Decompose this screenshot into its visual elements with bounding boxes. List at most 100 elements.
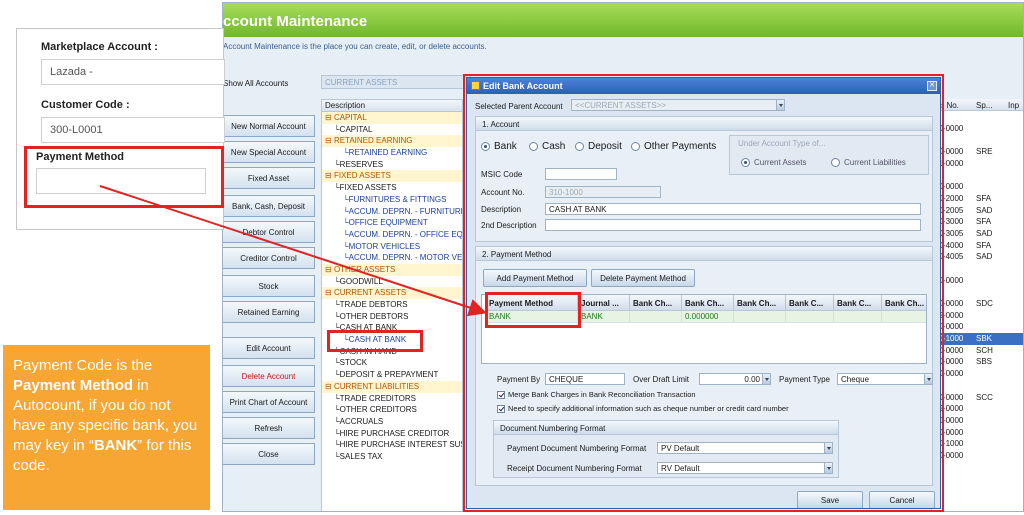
close-icon[interactable]: ✕ <box>927 81 937 91</box>
tree-row[interactable]: └MOTOR VEHICLES <box>322 241 462 253</box>
payment-type-combo[interactable]: Cheque <box>837 373 933 385</box>
grid-cell[interactable] <box>834 311 882 323</box>
tree-row[interactable]: └TRADE CREDITORS <box>322 393 462 405</box>
grid-cell[interactable]: 0.000000 <box>682 311 734 323</box>
account-number-row[interactable] <box>932 263 1023 275</box>
category-selector[interactable]: CURRENT ASSETS <box>321 75 471 89</box>
tree-row[interactable]: └CAPITAL <box>322 124 462 136</box>
radio-button-icon[interactable] <box>631 142 640 151</box>
account-number-row[interactable]: 20-1000 <box>932 438 1023 450</box>
grid-cell[interactable] <box>882 311 926 323</box>
account-number-row[interactable]: 20-0000 <box>932 427 1023 439</box>
tree-row[interactable]: └ACCUM. DEPRN. - FURNITURE <box>322 206 462 218</box>
radio-button-icon[interactable] <box>831 158 840 167</box>
tree-row[interactable]: ⊟ OTHER ASSETS <box>322 263 462 276</box>
tree-row[interactable]: └TRADE DEBTORS <box>322 299 462 311</box>
chevron-down-icon[interactable] <box>824 443 832 453</box>
side-button[interactable]: Fixed Asset <box>223 167 315 189</box>
tree-row[interactable]: └SALES TAX <box>322 451 462 463</box>
account-tree[interactable]: Description ⊟ CAPITAL └CAPITAL ⊟ RETAINED … <box>321 99 463 511</box>
side-button[interactable]: Refresh <box>223 417 315 439</box>
tree-row[interactable]: └RESERVES <box>322 159 462 171</box>
save-button[interactable]: Save <box>797 491 863 508</box>
grid-column-header[interactable]: Bank C... <box>834 295 882 311</box>
account-number-row[interactable]: 05-0000 <box>932 403 1023 415</box>
account-number-row[interactable]: 00-3000 SFA <box>932 216 1023 228</box>
parent-account-combo[interactable]: <<CURRENT ASSETS>> <box>571 99 785 111</box>
tree-row[interactable]: ⊟ FIXED ASSETS <box>322 170 462 183</box>
account-number-row[interactable]: 40-0000 <box>932 368 1023 380</box>
grid-column-header[interactable]: Bank Ch... <box>682 295 734 311</box>
delete-payment-method-button[interactable]: Delete Payment Method <box>591 269 695 287</box>
tree-row[interactable]: └OTHER DEBTORS <box>322 311 462 323</box>
receipt-doc-format-combo[interactable]: RV Default <box>657 462 833 474</box>
account-number-row[interactable]: 00-3005 SAD <box>932 228 1023 240</box>
grid-cell[interactable] <box>630 311 682 323</box>
side-button[interactable]: New Special Account <box>223 141 315 163</box>
expand-toggle-icon[interactable]: ⊟ <box>325 171 334 180</box>
customer-code-field[interactable]: 300-L0001 <box>41 117 225 143</box>
grid-column-header[interactable]: Bank Ch... <box>734 295 786 311</box>
side-button[interactable]: Retained Earning <box>223 301 315 323</box>
merge-bank-charges-checkbox[interactable]: Merge Bank Charges in Bank Reconciliatio… <box>497 390 696 399</box>
account-number-row[interactable]: 10-1000 SBK <box>932 333 1023 345</box>
tree-row[interactable]: └ACCRUALS <box>322 416 462 428</box>
tree-row[interactable]: └RETAINED EARNING <box>322 147 462 159</box>
radio-button-icon[interactable] <box>529 142 538 151</box>
account-kind-radio[interactable]: Cash <box>529 141 565 152</box>
radio-button-icon[interactable] <box>575 142 584 151</box>
expand-toggle-icon[interactable]: ⊟ <box>325 288 334 297</box>
expand-toggle-icon[interactable]: ⊟ <box>325 113 334 122</box>
account-number-row[interactable] <box>932 169 1023 181</box>
radio-button-icon[interactable] <box>741 158 750 167</box>
expand-toggle-icon[interactable]: ⊟ <box>325 382 334 391</box>
account-number-row[interactable]: 00-2000 SFA <box>932 193 1023 205</box>
account-number-row[interactable]: 05-0000 <box>932 310 1023 322</box>
tree-row[interactable]: └DEPOSIT & PREPAYMENT <box>322 369 462 381</box>
tree-row[interactable]: ⊟ CURRENT LIABILITIES <box>322 380 462 393</box>
spinner-icon[interactable] <box>762 374 770 384</box>
account-number-row[interactable]: 00-4005 SAD <box>932 251 1023 263</box>
account-number-row[interactable] <box>932 380 1023 392</box>
msic-code-field[interactable] <box>545 168 617 180</box>
tree-row[interactable]: └OTHER CREDITORS <box>322 404 462 416</box>
account-kind-radio[interactable]: Deposit <box>575 141 622 152</box>
account-number-row[interactable]: 10-0000 <box>932 415 1023 427</box>
checkbox-checked-icon[interactable] <box>497 390 505 399</box>
account-number-row[interactable]: 00-0000 SDC <box>932 298 1023 310</box>
tree-row[interactable]: ⊟ RETAINED EARNING <box>322 135 462 148</box>
description-field[interactable]: CASH AT BANK <box>545 203 921 215</box>
side-button[interactable]: Delete Account <box>223 365 315 387</box>
add-payment-method-button[interactable]: Add Payment Method <box>483 269 587 287</box>
account-number-row[interactable] <box>932 111 1023 123</box>
tree-row[interactable]: └STOCK <box>322 357 462 369</box>
grid-column-header[interactable]: Bank C... <box>786 295 834 311</box>
account-number-row[interactable]: 30-0000 SBS <box>932 356 1023 368</box>
additional-info-checkbox[interactable]: Need to specify additional information s… <box>497 404 789 413</box>
expand-toggle-icon[interactable]: ⊟ <box>325 265 334 274</box>
account-number-row[interactable]: 00-0000 SCC <box>932 392 1023 404</box>
grid-column-header[interactable]: Bank Ch... <box>882 295 926 311</box>
tree-row[interactable]: └HIRE PURCHASE INTEREST SUS <box>322 439 462 451</box>
account-type-radio[interactable]: Current Assets <box>741 158 806 167</box>
account-number-row[interactable]: 00-4000 SFA <box>932 240 1023 252</box>
side-button[interactable]: Creditor Control <box>223 247 315 269</box>
account-number-row[interactable]: 00-0000 <box>932 123 1023 135</box>
tree-row[interactable]: └HIRE PURCHASE CREDITOR <box>322 428 462 440</box>
tree-row[interactable]: └FURNITURES & FITTINGS <box>322 194 462 206</box>
account-number-row[interactable]: 50-0000 SRE <box>932 146 1023 158</box>
account-number-row[interactable]: 00-0000 <box>932 181 1023 193</box>
tree-row[interactable]: ⊟ CURRENT ASSETS <box>322 287 462 299</box>
payment-method-field[interactable] <box>36 168 206 194</box>
side-button[interactable]: Edit Account <box>223 337 315 359</box>
account-kind-radio[interactable]: Other Payments <box>631 141 716 152</box>
side-button[interactable]: Debtor Control <box>223 221 315 243</box>
grid-cell[interactable] <box>786 311 834 323</box>
chevron-down-icon[interactable] <box>776 100 784 110</box>
account-number-row[interactable]: 30-0000 <box>932 450 1023 462</box>
cancel-button[interactable]: Cancel <box>869 491 935 508</box>
column-header[interactable]: Inp <box>1008 101 1019 110</box>
tree-row[interactable]: └ACCUM. DEPRN. - MOTOR VE <box>322 252 462 264</box>
account-type-radio[interactable]: Current Liabilities <box>831 158 906 167</box>
side-button[interactable]: Stock <box>223 275 315 297</box>
